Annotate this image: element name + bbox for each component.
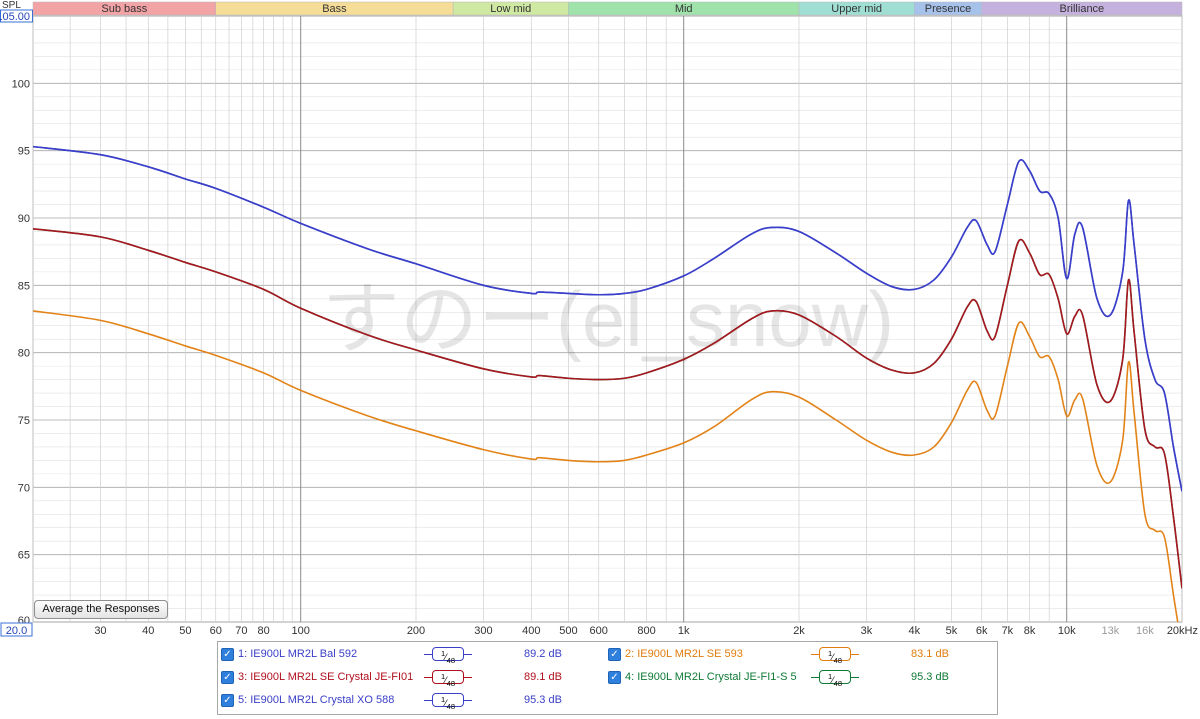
x-tick-label: 80	[257, 625, 269, 637]
band-label: Brilliance	[1060, 3, 1105, 15]
y-tick-label: 75	[18, 415, 30, 427]
band-label: Mid	[675, 3, 693, 15]
legend-level-value: 95.3 dB	[911, 671, 949, 683]
x-tick-label: 7k	[1002, 625, 1014, 637]
x-tick-label: 8k	[1024, 625, 1036, 637]
smoothing-selector[interactable]: 1⁄48	[424, 647, 472, 665]
y-axis-label: SPL	[2, 0, 21, 11]
x-tick-label: 800	[637, 625, 655, 637]
x-tick-label: 500	[559, 625, 577, 637]
frequency-band-header: Sub bass Bass Low mid Mid Upper mid Presence B…	[32, 1, 1183, 16]
x-tick-label: 16k	[1136, 625, 1154, 637]
x-tick-label: 200	[407, 625, 425, 637]
x-tick-label: 5k	[946, 625, 958, 637]
x-tick-label: 6k	[976, 625, 988, 637]
legend-item-label: 1: IE900L MR2L Bal 592	[238, 648, 358, 660]
y-tick-label: 90	[18, 213, 30, 225]
frequency-response-chart: Sub bass Bass Low mid Mid Upper mid Presence B…	[0, 0, 1198, 637]
x-tick-label: 50	[179, 625, 191, 637]
y-tick-label: 85	[18, 280, 30, 292]
legend-level-value: 89.2 dB	[524, 648, 562, 660]
x-tick-label: 1k	[678, 625, 690, 637]
y-tick-label: 100	[12, 78, 30, 90]
x-tick-label: 2k	[793, 625, 805, 637]
x-tick-label: 20.0	[6, 625, 27, 637]
legend-item-2[interactable]: ✓ 2: IE900L MR2L SE 593 1⁄48 83.1 dB	[608, 645, 993, 665]
y-tick-label: 70	[18, 482, 30, 494]
checkbox-icon[interactable]: ✓	[608, 648, 621, 661]
checkbox-icon[interactable]: ✓	[221, 694, 234, 707]
legend-item-label: 2: IE900L MR2L SE 593	[625, 648, 743, 660]
y-tick-label: 105.00	[0, 11, 30, 23]
smoothing-selector[interactable]: 1⁄48	[811, 647, 859, 665]
y-tick-label: 65	[18, 550, 30, 562]
x-tick-label: 10k	[1058, 625, 1076, 637]
band-label: Presence	[925, 3, 971, 15]
x-tick-label: 13k	[1101, 625, 1119, 637]
legend-level-value: 95.3 dB	[524, 694, 562, 706]
x-tick-label: 30	[94, 625, 106, 637]
checkbox-icon[interactable]: ✓	[608, 671, 621, 684]
legend-item-4[interactable]: ✓ 4: IE900L MR2L Crystal JE-FI1-S 5 1⁄48…	[608, 668, 993, 688]
smoothing-selector[interactable]: 1⁄48	[424, 693, 472, 711]
band-label: Upper mid	[831, 3, 882, 15]
checkbox-icon[interactable]: ✓	[221, 671, 234, 684]
band-label: Sub bass	[101, 3, 147, 15]
average-responses-button[interactable]: Average the Responses	[34, 600, 168, 619]
x-tick-label: 100	[292, 625, 310, 637]
legend-level-value: 89.1 dB	[524, 671, 562, 683]
x-tick-label: 4k	[908, 625, 920, 637]
legend-item-1[interactable]: ✓ 1: IE900L MR2L Bal 592 1⁄48 89.2 dB	[221, 645, 606, 665]
legend-item-3[interactable]: ✓ 3: IE900L MR2L SE Crystal JE-FI01 1⁄48…	[221, 668, 606, 688]
legend-level-value: 83.1 dB	[911, 648, 949, 660]
x-tick-label: 3k	[861, 625, 873, 637]
smoothing-selector[interactable]: 1⁄48	[424, 670, 472, 688]
legend-item-label: 3: IE900L MR2L SE Crystal JE-FI01	[238, 671, 414, 683]
y-tick-label: 95	[18, 146, 30, 158]
legend-item-label: 4: IE900L MR2L Crystal JE-FI1-S 5	[625, 671, 797, 683]
band-label: Bass	[322, 3, 347, 15]
legend-item-5[interactable]: ✓ 5: IE900L MR2L Crystal XO 588 1⁄48 95.…	[221, 691, 606, 711]
smoothing-selector[interactable]: 1⁄48	[811, 670, 859, 688]
x-tick-label: 70	[235, 625, 247, 637]
y-tick-label: 80	[18, 348, 30, 360]
x-tick-label: 40	[142, 625, 154, 637]
x-tick-label: 600	[590, 625, 608, 637]
x-tick-label: 60	[210, 625, 222, 637]
legend-item-label: 5: IE900L MR2L Crystal XO 588	[238, 694, 395, 706]
x-tick-label: 300	[474, 625, 492, 637]
legend-panel: ✓ 1: IE900L MR2L Bal 592 1⁄48 89.2 dB ✓ …	[217, 641, 998, 715]
checkbox-icon[interactable]: ✓	[221, 648, 234, 661]
x-tick-label: 20kHz	[1167, 625, 1198, 637]
band-label: Low mid	[490, 3, 531, 15]
x-tick-label: 400	[522, 625, 540, 637]
